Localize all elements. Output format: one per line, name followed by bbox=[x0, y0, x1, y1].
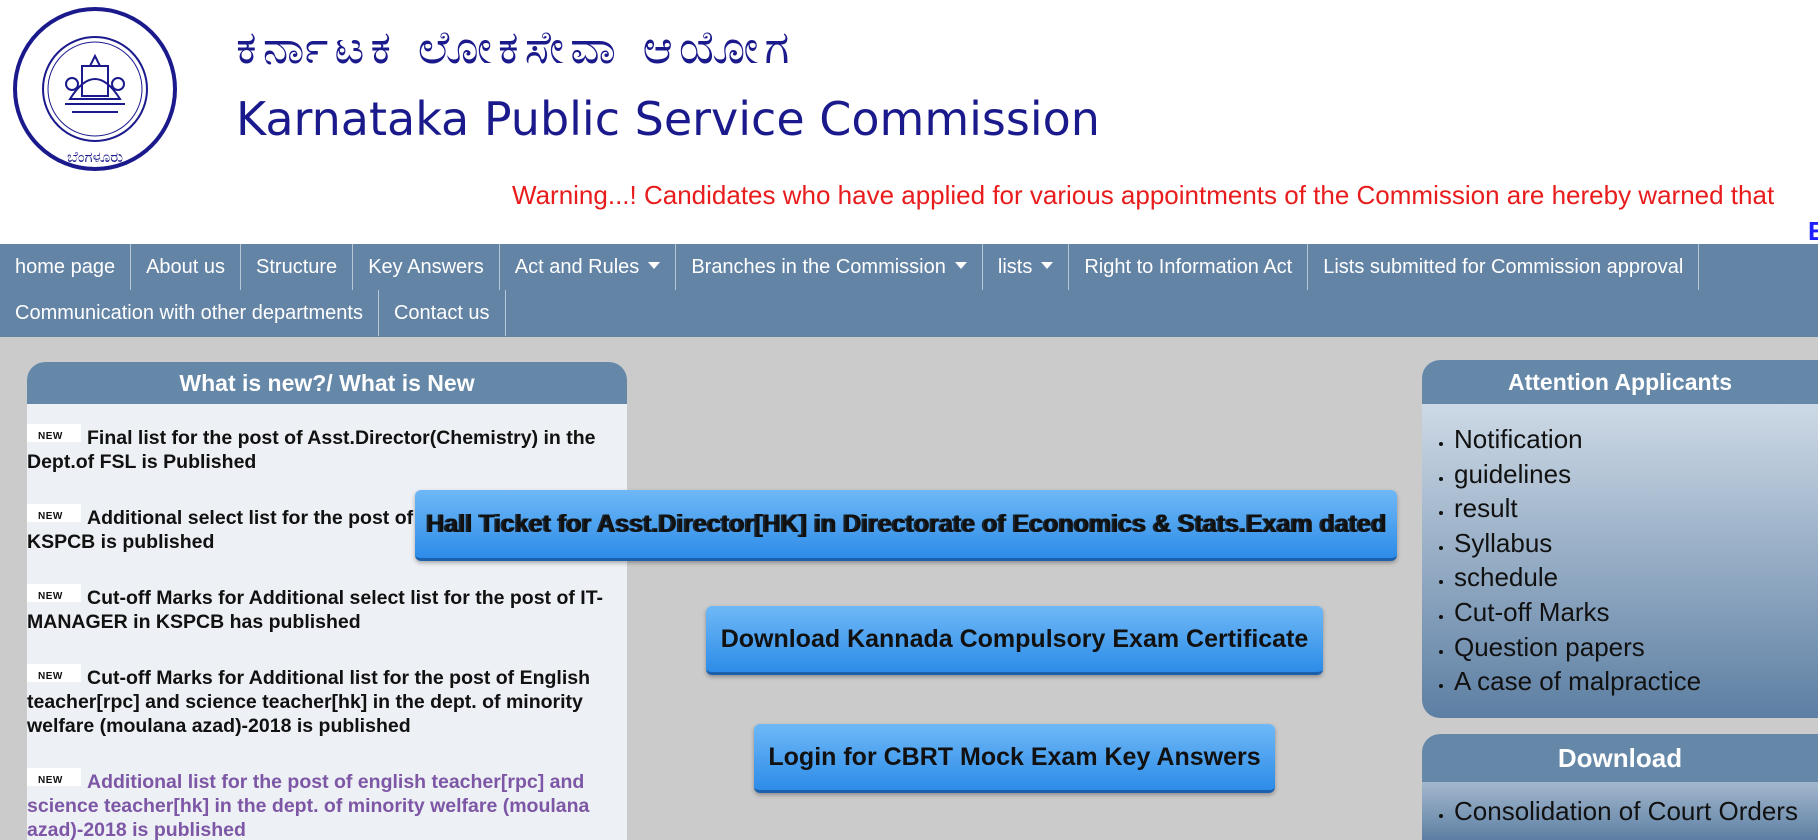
main-navigation: home page About us Structure Key Answers… bbox=[0, 244, 1818, 337]
caret-down-icon bbox=[1041, 262, 1054, 270]
nav-about-us[interactable]: About us bbox=[131, 244, 242, 290]
news-item[interactable]: NEW Final list for the post of Asst.Direc… bbox=[27, 424, 627, 474]
news-item-text: Cut-off Marks for Additional select list… bbox=[27, 587, 604, 633]
download-link-court-orders[interactable]: Consolidation of Court Orders bbox=[1454, 794, 1818, 829]
attention-link-cutoff[interactable]: Cut-off Marks bbox=[1454, 595, 1818, 630]
site-title-english: Karnataka Public Service Commission bbox=[236, 92, 1100, 146]
news-item-text: Additional list for the post of english … bbox=[27, 771, 590, 840]
site-title-kannada: ಕರ್ನಾಟಕ ಲೋಕಸೇವಾ ಆಯೋಗ bbox=[236, 20, 796, 74]
download-panel: Download Consolidation of Court Orders bbox=[1422, 734, 1818, 840]
scrolling-notice-fragment: E bbox=[1808, 216, 1818, 246]
new-badge-text: NEW bbox=[38, 431, 63, 442]
nav-communication[interactable]: Communication with other departments bbox=[0, 290, 379, 336]
nav-label: Structure bbox=[256, 256, 338, 278]
warning-marquee: Warning...! Candidates who have applied … bbox=[512, 180, 1775, 210]
download-list: Consolidation of Court Orders bbox=[1422, 782, 1818, 829]
nav-row-1: home page About us Structure Key Answers… bbox=[0, 244, 1700, 290]
nav-label: Lists submitted for Commission approval bbox=[1323, 256, 1684, 278]
download-heading: Download bbox=[1422, 734, 1818, 782]
attention-applicants-panel: Attention Applicants Notification guidel… bbox=[1422, 360, 1818, 718]
attention-link-result[interactable]: result bbox=[1454, 491, 1818, 526]
hall-ticket-label-overlap: Hall Ticket for Asst.Director[HK] in Dir… bbox=[425, 510, 1385, 538]
caret-down-icon bbox=[954, 262, 967, 270]
nav-act-and-rules[interactable]: Act and Rules bbox=[500, 244, 677, 290]
news-item[interactable]: NEW Cut-off Marks for Additional list for… bbox=[27, 664, 627, 738]
news-item-text: Cut-off Marks for Additional list for th… bbox=[27, 667, 591, 737]
nav-lists-submitted[interactable]: Lists submitted for Commission approval bbox=[1308, 244, 1700, 290]
nav-label: home page bbox=[15, 256, 116, 278]
nav-label: Right to Information Act bbox=[1084, 256, 1293, 278]
kpsc-emblem-logo[interactable]: ಬೆಂಗಳೂರು bbox=[10, 4, 180, 174]
kannada-certificate-button[interactable]: Download Kannada Compulsory Exam Certifi… bbox=[706, 606, 1323, 675]
nav-label: Contact us bbox=[393, 302, 490, 324]
new-badge-text: NEW bbox=[38, 591, 63, 602]
nav-home-page[interactable]: home page bbox=[0, 244, 132, 290]
new-badge-icon: NEW bbox=[27, 424, 81, 442]
nav-structure[interactable]: Structure bbox=[241, 244, 354, 290]
hall-ticket-button[interactable]: Hall Ticket for Asst.Director[HK] in Dir… bbox=[415, 490, 1397, 561]
new-badge-icon: NEW bbox=[27, 504, 81, 522]
cbrt-mock-key-button[interactable]: Login for CBRT Mock Exam Key Answers bbox=[754, 724, 1275, 793]
attention-link-syllabus[interactable]: Syllabus bbox=[1454, 526, 1818, 561]
nav-branches[interactable]: Branches in the Commission bbox=[676, 244, 983, 290]
site-header: ಬೆಂಗಳೂರು ಕರ್ನಾಟಕ ಲೋಕಸೇವಾ ಆಯೋಗ Karnataka … bbox=[0, 0, 1818, 246]
nav-contact-us[interactable]: Contact us bbox=[379, 290, 506, 336]
new-badge-icon: NEW bbox=[27, 664, 81, 682]
nav-row-2: Communication with other departments Con… bbox=[0, 290, 506, 336]
logo-city-text: ಬೆಂಗಳೂರು bbox=[67, 148, 123, 166]
new-badge-icon: NEW bbox=[27, 768, 81, 786]
nav-key-answers[interactable]: Key Answers bbox=[353, 244, 500, 290]
attention-link-question-papers[interactable]: Question papers bbox=[1454, 630, 1818, 665]
new-badge-text: NEW bbox=[38, 775, 63, 786]
attention-link-schedule[interactable]: schedule bbox=[1454, 560, 1818, 595]
news-item[interactable]: NEW Additional list for the post of engli… bbox=[27, 768, 627, 840]
attention-link-notification[interactable]: Notification bbox=[1454, 422, 1818, 457]
news-item-text: Final list for the post of Asst.Director… bbox=[27, 427, 596, 473]
new-badge-icon: NEW bbox=[27, 584, 81, 602]
nav-label: About us bbox=[146, 256, 226, 278]
nav-label: lists bbox=[997, 256, 1033, 278]
caret-down-icon bbox=[648, 262, 661, 270]
attention-heading: Attention Applicants bbox=[1422, 360, 1818, 404]
nav-label: Communication with other departments bbox=[15, 302, 363, 324]
nav-label: Branches in the Commission bbox=[691, 256, 946, 278]
whats-new-heading: What is new?/ What is New bbox=[27, 362, 627, 404]
nav-label: Act and Rules bbox=[514, 256, 640, 278]
attention-list: Notification guidelines result Syllabus … bbox=[1422, 404, 1818, 699]
attention-link-malpractice[interactable]: A case of malpractice bbox=[1454, 664, 1818, 699]
nav-label: Key Answers bbox=[368, 256, 484, 278]
nav-lists[interactable]: lists bbox=[983, 244, 1070, 290]
whats-new-panel: What is new?/ What is New NEW Final list … bbox=[27, 362, 627, 840]
attention-link-guidelines[interactable]: guidelines bbox=[1454, 457, 1818, 492]
nav-rti-act[interactable]: Right to Information Act bbox=[1069, 244, 1309, 290]
news-item[interactable]: NEW Cut-off Marks for Additional select l… bbox=[27, 584, 627, 634]
new-badge-text: NEW bbox=[38, 511, 63, 522]
new-badge-text: NEW bbox=[38, 671, 63, 682]
